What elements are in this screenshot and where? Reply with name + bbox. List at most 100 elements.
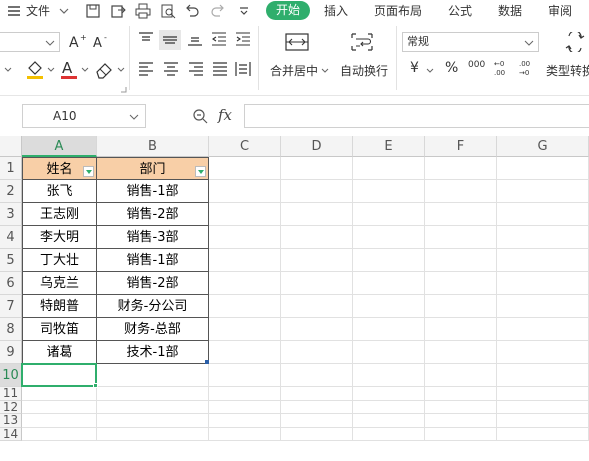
cell-a10[interactable] — [22, 364, 97, 387]
cell-d5[interactable] — [281, 249, 353, 272]
column-header-b[interactable]: B — [97, 136, 209, 157]
row-header-13[interactable]: 13 — [0, 413, 22, 428]
cell-b7[interactable]: 财务-分公司 — [97, 295, 209, 318]
tab-insert[interactable]: 插入 — [324, 0, 348, 22]
cell-a8[interactable]: 司牧笛 — [22, 318, 97, 341]
cell-g12[interactable] — [497, 400, 589, 414]
row-header-1[interactable]: 1 — [0, 157, 22, 180]
row-header-2[interactable]: 2 — [0, 180, 22, 203]
cell-a3[interactable]: 王志刚 — [22, 203, 97, 226]
align-center-icon[interactable] — [162, 60, 180, 81]
cell-f8[interactable] — [425, 318, 497, 341]
row-header-9[interactable]: 9 — [0, 341, 22, 364]
cell-g5[interactable] — [497, 249, 589, 272]
filter-dropdown-icon[interactable] — [195, 166, 206, 177]
cell-f14[interactable] — [425, 427, 497, 441]
cell-f4[interactable] — [425, 226, 497, 249]
cell-f1[interactable] — [425, 157, 497, 180]
cell-e13[interactable] — [353, 414, 425, 428]
cell-d4[interactable] — [281, 226, 353, 249]
cell-a13[interactable] — [22, 414, 97, 428]
cell-d12[interactable] — [281, 400, 353, 414]
row-header-4[interactable]: 4 — [0, 226, 22, 249]
cell-g14[interactable] — [497, 427, 589, 441]
type-convert-button[interactable]: 类型转换 — [546, 62, 589, 79]
cell-b12[interactable] — [97, 400, 209, 414]
indent-increase-icon[interactable] — [234, 30, 252, 51]
cell-f9[interactable] — [425, 341, 497, 364]
cell-c8[interactable] — [209, 318, 281, 341]
row-header-12[interactable]: 12 — [0, 400, 22, 414]
name-box[interactable]: A10 — [22, 104, 146, 128]
decrease-decimal-icon[interactable]: .00 →0 — [518, 58, 538, 81]
cell-b6[interactable]: 销售-2部 — [97, 272, 209, 295]
percent-button[interactable]: % — [445, 60, 458, 76]
cell-g7[interactable] — [497, 295, 589, 318]
cell-b13[interactable] — [97, 414, 209, 428]
cell-c12[interactable] — [209, 400, 281, 414]
cell-c14[interactable] — [209, 427, 281, 441]
cell-g9[interactable] — [497, 341, 589, 364]
column-header-f[interactable]: F — [425, 136, 497, 157]
cell-e8[interactable] — [353, 318, 425, 341]
cell-b8[interactable]: 财务-总部 — [97, 318, 209, 341]
cell-b10[interactable] — [97, 364, 209, 387]
merge-chevron-icon[interactable] — [320, 64, 330, 81]
wrap-text-icon[interactable] — [350, 32, 374, 55]
cell-d11[interactable] — [281, 387, 353, 401]
cell-b3[interactable]: 销售-2部 — [97, 203, 209, 226]
cell-f6[interactable] — [425, 272, 497, 295]
filter-dropdown-icon[interactable] — [83, 166, 94, 177]
cell-e4[interactable] — [353, 226, 425, 249]
cell-c7[interactable] — [209, 295, 281, 318]
merge-center-button[interactable]: 合并居中 — [270, 62, 318, 79]
cell-d1[interactable] — [281, 157, 353, 180]
cell-b9[interactable]: 技术-1部 — [97, 341, 209, 364]
cell-a4[interactable]: 李大明 — [22, 226, 97, 249]
undo-icon[interactable] — [184, 3, 200, 19]
row-header-14[interactable]: 14 — [0, 427, 22, 441]
row-header-10[interactable]: 10 — [0, 364, 22, 387]
cell-c10[interactable] — [209, 364, 281, 387]
cell-a1[interactable]: 姓名 — [22, 157, 97, 180]
align-bottom-icon[interactable] — [186, 30, 204, 51]
cell-f3[interactable] — [425, 203, 497, 226]
cell-d2[interactable] — [281, 180, 353, 203]
cell-e10[interactable] — [353, 364, 425, 387]
row-header-11[interactable]: 11 — [0, 386, 22, 401]
cell-c6[interactable] — [209, 272, 281, 295]
cell-c11[interactable] — [209, 387, 281, 401]
cell-e9[interactable] — [353, 341, 425, 364]
fill-handle[interactable] — [93, 383, 98, 388]
cell-g8[interactable] — [497, 318, 589, 341]
cell-f10[interactable] — [425, 364, 497, 387]
cell-d6[interactable] — [281, 272, 353, 295]
border-chevron-icon[interactable] — [2, 62, 14, 81]
column-header-g[interactable]: G — [497, 136, 589, 157]
cell-d10[interactable] — [281, 364, 353, 387]
cell-f2[interactable] — [425, 180, 497, 203]
column-header-a[interactable]: A — [22, 136, 97, 157]
align-right-icon[interactable] — [187, 60, 205, 81]
distributed-align-icon[interactable] — [234, 60, 252, 81]
tab-home[interactable]: 开始 — [266, 1, 310, 20]
menu-icon[interactable] — [6, 3, 22, 19]
cell-g3[interactable] — [497, 203, 589, 226]
cell-a12[interactable] — [22, 400, 97, 414]
cell-a11[interactable] — [22, 387, 97, 401]
print-icon[interactable] — [135, 3, 151, 19]
cell-g10[interactable] — [497, 364, 589, 387]
wrap-text-button[interactable]: 自动换行 — [340, 62, 388, 79]
cell-e14[interactable] — [353, 427, 425, 441]
file-menu[interactable]: 文件 — [26, 0, 50, 22]
cell-b5[interactable]: 销售-1部 — [97, 249, 209, 272]
cell-f7[interactable] — [425, 295, 497, 318]
column-header-c[interactable]: C — [209, 136, 281, 157]
tab-page-layout[interactable]: 页面布局 — [374, 0, 422, 22]
cell-d14[interactable] — [281, 427, 353, 441]
tab-formulas[interactable]: 公式 — [448, 0, 472, 22]
currency-button[interactable]: ¥ — [410, 60, 419, 76]
cell-c2[interactable] — [209, 180, 281, 203]
cell-b11[interactable] — [97, 387, 209, 401]
type-convert-icon[interactable] — [563, 30, 587, 55]
